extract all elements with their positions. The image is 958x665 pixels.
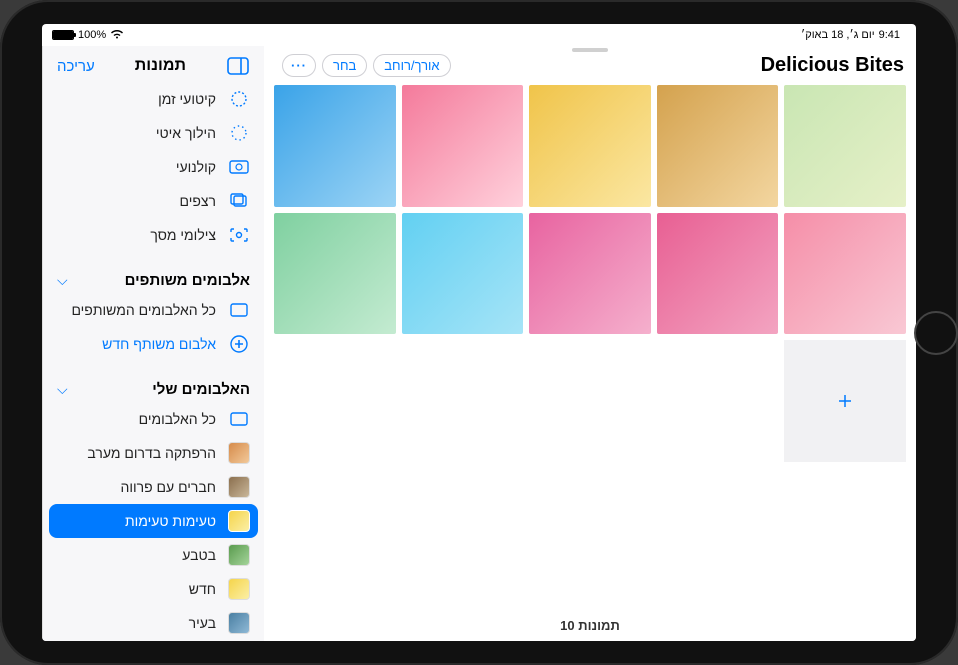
my-albums-list: כל האלבומים הרפתקה בדרום מערב חברים עם פ… [43, 402, 264, 641]
photo-thumbnail[interactable] [274, 213, 396, 335]
sidebar-item-all-shared[interactable]: כל האלבומים המשותפים [43, 293, 264, 327]
sidebar-item-label: טעימות טעימות [125, 513, 216, 529]
section-label: האלבומים שלי [152, 381, 250, 398]
screen: 100% יום ג׳, 18 באוק׳ 9:41 ··· בחר [42, 24, 916, 641]
burst-icon [228, 190, 250, 212]
album-thumbnail [228, 544, 250, 566]
sidebar-item-cinematic[interactable]: קולנועי [43, 150, 264, 184]
battery-icon [52, 30, 74, 40]
aspect-button[interactable]: אורך/רוחב [373, 54, 450, 77]
photo-thumbnail[interactable] [402, 85, 524, 207]
sidebar-item-new-shared[interactable]: אלבום משותף חדש [43, 327, 264, 361]
wifi-icon [110, 28, 124, 42]
sidebar-item-album[interactable]: חברים עם פרווה [43, 470, 264, 504]
sidebar-item-album[interactable]: חדש [43, 572, 264, 606]
photo-thumbnail[interactable] [529, 213, 651, 335]
timelapse-icon [228, 88, 250, 110]
sidebar-item-all-albums[interactable]: כל האלבומים [43, 402, 264, 436]
sidebar-item-label: כל האלבומים [139, 411, 216, 427]
ellipsis-icon: ··· [291, 58, 307, 73]
shared-albums-header[interactable]: אלבומים משותפים ⌵ [43, 262, 264, 293]
sidebar-item-label: חברים עם פרווה [120, 479, 216, 495]
drag-handle-icon[interactable] [572, 48, 608, 52]
chevron-down-icon: ⌵ [57, 381, 68, 398]
sidebar-item-label: אלבום משותף חדש [102, 336, 216, 352]
sidebar-item-timelapse[interactable]: קיטועי זמן [43, 82, 264, 116]
sidebar-item-label: הרפתקה בדרום מערב [87, 445, 216, 461]
photo-thumbnail[interactable] [657, 213, 779, 335]
home-button[interactable] [914, 311, 958, 355]
sidebar-item-label: בעיר [189, 615, 216, 631]
sidebar-item-album-selected[interactable]: טעימות טעימות [49, 504, 258, 538]
photo-thumbnail[interactable] [529, 85, 651, 207]
plus-icon [836, 392, 854, 410]
sidebar-item-label: חדש [189, 581, 216, 597]
sidebar-title: תמונות [95, 57, 226, 75]
album-thumbnail [228, 612, 250, 634]
album-icon [228, 408, 250, 430]
sidebar-edit-button[interactable]: עריכה [57, 58, 95, 75]
section-label: אלבומים משותפים [125, 272, 250, 289]
sidebar-item-album[interactable]: הרפתקה בדרום מערב [43, 436, 264, 470]
sidebar-item-album[interactable]: ממ [43, 640, 264, 641]
sidebar-item-screenshots[interactable]: צילומי מסך [43, 218, 264, 252]
album-thumbnail [228, 578, 250, 600]
album-thumbnail [228, 476, 250, 498]
sidebar-item-label: בטבע [182, 547, 216, 563]
photo-grid [274, 85, 906, 462]
plus-circle-icon [228, 333, 250, 355]
sidebar-item-label: כל האלבומים המשותפים [71, 302, 216, 318]
status-time: 9:41 [879, 29, 900, 41]
photo-count-label: 10 תמונות [264, 610, 916, 641]
photo-thumbnail[interactable] [657, 85, 779, 207]
sidebar-item-album[interactable]: בטבע [43, 538, 264, 572]
chevron-down-icon: ⌵ [57, 272, 68, 289]
slomo-icon [228, 122, 250, 144]
add-photo-tile[interactable] [784, 340, 906, 462]
photo-thumbnail[interactable] [402, 213, 524, 335]
shared-albums-list: כל האלבומים המשותפים אלבום משותף חדש [43, 293, 264, 371]
album-icon [228, 299, 250, 321]
photo-thumbnail[interactable] [274, 85, 396, 207]
photo-grid-scroll[interactable] [264, 81, 916, 610]
more-button[interactable]: ··· [282, 54, 316, 77]
photo-thumbnail[interactable] [784, 213, 906, 335]
sidebar-item-label: קולנועי [176, 159, 216, 175]
my-albums-header[interactable]: האלבומים שלי ⌵ [43, 371, 264, 402]
album-title: Delicious Bites [761, 54, 904, 77]
sidebar-item-label: רצפים [180, 193, 217, 209]
main-content: ··· בחר אורך/רוחב Delicious Bites [264, 46, 916, 641]
album-thumbnail [228, 510, 250, 532]
status-bar: 100% יום ג׳, 18 באוק׳ 9:41 [42, 24, 916, 46]
photo-thumbnail[interactable] [784, 85, 906, 207]
select-button[interactable]: בחר [322, 54, 367, 77]
sidebar-toggle-button[interactable] [226, 56, 250, 76]
sidebar-item-label: צילומי מסך [150, 227, 216, 243]
sidebar-item-label: קיטועי זמן [158, 91, 216, 107]
sidebar-item-burst[interactable]: רצפים [43, 184, 264, 218]
status-date: יום ג׳, 18 באוק׳ [801, 29, 875, 41]
sidebar-icon [227, 57, 249, 75]
main-header: ··· בחר אורך/רוחב Delicious Bites [264, 46, 916, 81]
battery-percent: 100% [78, 29, 106, 41]
sidebar: תמונות עריכה קיטועי זמן הילוך איטי קולנו… [42, 46, 264, 641]
sidebar-item-album[interactable]: בעיר [43, 606, 264, 640]
sidebar-item-label: הילוך איטי [156, 125, 216, 141]
ipad-frame: 100% יום ג׳, 18 באוק׳ 9:41 ··· בחר [0, 0, 958, 665]
sidebar-item-slomo[interactable]: הילוך איטי [43, 116, 264, 150]
sidebar-media-types: קיטועי זמן הילוך איטי קולנועי רצפים [43, 82, 264, 262]
cinematic-icon [228, 156, 250, 178]
screenshot-icon [228, 224, 250, 246]
album-thumbnail [228, 442, 250, 464]
